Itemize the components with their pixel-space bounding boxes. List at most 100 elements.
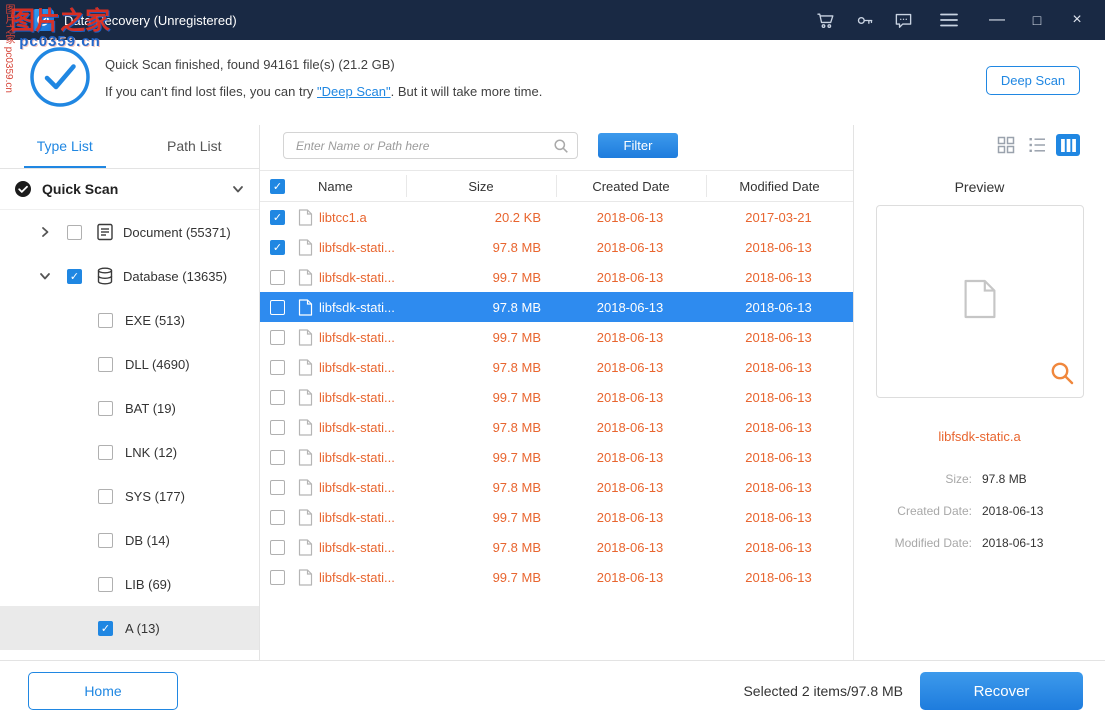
- table-row[interactable]: libfsdk-stati... 99.7 MB 2018-06-13 2018…: [260, 262, 853, 292]
- column-header-name[interactable]: Name: [318, 179, 353, 194]
- row-checkbox[interactable]: [270, 210, 285, 225]
- deep-scan-button[interactable]: Deep Scan: [986, 66, 1080, 95]
- file-created-date: 2018-06-13: [555, 240, 705, 255]
- file-type-checkbox[interactable]: [98, 489, 113, 504]
- tree-group-database[interactable]: Database (13635): [0, 254, 259, 298]
- thumbnail-view-icon[interactable]: [994, 134, 1018, 156]
- file-type-item[interactable]: LNK (12): [0, 430, 259, 474]
- document-checkbox[interactable]: [67, 225, 82, 240]
- file-name: libfsdk-stati...: [319, 420, 405, 435]
- maximize-button[interactable]: □: [1027, 10, 1047, 30]
- zoom-preview-icon[interactable]: [1049, 360, 1075, 391]
- file-type-item[interactable]: DB (14): [0, 518, 259, 562]
- table-row[interactable]: libfsdk-stati... 99.7 MB 2018-06-13 2018…: [260, 382, 853, 412]
- file-size: 99.7 MB: [405, 390, 555, 405]
- row-checkbox[interactable]: [270, 450, 285, 465]
- row-checkbox[interactable]: [270, 270, 285, 285]
- file-type-item[interactable]: SYS (177): [0, 474, 259, 518]
- row-checkbox[interactable]: [270, 390, 285, 405]
- table-row[interactable]: libfsdk-stati... 97.8 MB 2018-06-13 2018…: [260, 412, 853, 442]
- preview-file-icon: [962, 278, 998, 325]
- file-type-checkbox[interactable]: [98, 445, 113, 460]
- detail-view-icon[interactable]: [1056, 134, 1080, 156]
- file-modified-date: 2018-06-13: [705, 240, 852, 255]
- file-type-checkbox[interactable]: [98, 577, 113, 592]
- filter-button[interactable]: Filter: [598, 133, 678, 158]
- file-type-checkbox[interactable]: [98, 357, 113, 372]
- app-logo-icon: [32, 9, 54, 31]
- minimize-button[interactable]: —: [987, 10, 1007, 30]
- file-modified-date: 2018-06-13: [705, 390, 852, 405]
- file-type-item[interactable]: BAT (19): [0, 386, 259, 430]
- file-type-checkbox[interactable]: [98, 313, 113, 328]
- table-row[interactable]: libfsdk-stati... 97.8 MB 2018-06-13 2018…: [260, 472, 853, 502]
- recover-button[interactable]: Recover: [920, 672, 1083, 710]
- column-header-size[interactable]: Size: [406, 179, 556, 194]
- table-row[interactable]: libfsdk-stati... 99.7 MB 2018-06-13 2018…: [260, 322, 853, 352]
- scan-summary: Quick Scan finished, found 94161 file(s)…: [105, 57, 395, 72]
- file-type-item[interactable]: A (13): [0, 606, 259, 650]
- column-divider: [706, 175, 707, 197]
- expand-chevron-icon[interactable]: [38, 225, 54, 239]
- file-type-checkbox[interactable]: [98, 401, 113, 416]
- row-checkbox[interactable]: [270, 510, 285, 525]
- search-icon[interactable]: [553, 138, 569, 159]
- scan-mode-row[interactable]: Quick Scan: [0, 169, 259, 210]
- file-size: 99.7 MB: [405, 450, 555, 465]
- header-checkbox[interactable]: [270, 179, 285, 194]
- collapse-chevron-icon[interactable]: [231, 182, 245, 196]
- preview-file-name: libfsdk-static.a: [854, 429, 1105, 444]
- table-row[interactable]: libfsdk-stati... 97.8 MB 2018-06-13 2018…: [260, 352, 853, 382]
- file-type-item[interactable]: DLL (4690): [0, 342, 259, 386]
- scan-mode-label: Quick Scan: [42, 181, 118, 197]
- row-checkbox[interactable]: [270, 240, 285, 255]
- menu-icon[interactable]: [939, 12, 959, 28]
- deep-scan-link[interactable]: "Deep Scan": [317, 84, 391, 99]
- file-icon: [298, 509, 313, 526]
- table-row[interactable]: libtcc1.a 20.2 KB 2018-06-13 2017-03-21: [260, 202, 853, 232]
- cart-icon[interactable]: [816, 11, 835, 30]
- home-button[interactable]: Home: [28, 672, 178, 710]
- file-name: libfsdk-stati...: [319, 330, 405, 345]
- tab-path-list[interactable]: Path List: [130, 125, 260, 168]
- tab-type-list[interactable]: Type List: [0, 125, 130, 168]
- tree-group-document[interactable]: Document (55371): [0, 210, 259, 254]
- row-checkbox[interactable]: [270, 570, 285, 585]
- scan-result-banner: Quick Scan finished, found 94161 file(s)…: [0, 40, 1105, 125]
- row-checkbox[interactable]: [270, 360, 285, 375]
- list-view-icon[interactable]: [1025, 134, 1049, 156]
- database-icon: [95, 266, 115, 286]
- file-name: libfsdk-stati...: [319, 390, 405, 405]
- register-key-icon[interactable]: [855, 11, 874, 30]
- feedback-icon[interactable]: [894, 11, 913, 30]
- table-row[interactable]: libfsdk-stati... 99.7 MB 2018-06-13 2018…: [260, 442, 853, 472]
- file-icon: [298, 449, 313, 466]
- column-header-created[interactable]: Created Date: [556, 179, 706, 194]
- file-created-date: 2018-06-13: [555, 540, 705, 555]
- table-row[interactable]: libfsdk-stati... 99.7 MB 2018-06-13 2018…: [260, 502, 853, 532]
- file-created-date: 2018-06-13: [555, 330, 705, 345]
- file-type-checkbox[interactable]: [98, 621, 113, 636]
- search-input[interactable]: [284, 133, 577, 158]
- file-name: libfsdk-stati...: [319, 450, 405, 465]
- row-checkbox[interactable]: [270, 330, 285, 345]
- file-modified-date: 2018-06-13: [705, 420, 852, 435]
- close-button[interactable]: ×: [1067, 10, 1087, 30]
- database-checkbox[interactable]: [67, 269, 82, 284]
- column-header-modified[interactable]: Modified Date: [706, 179, 853, 194]
- row-checkbox[interactable]: [270, 420, 285, 435]
- document-icon: [95, 222, 115, 242]
- table-row[interactable]: libfsdk-stati... 97.8 MB 2018-06-13 2018…: [260, 232, 853, 262]
- file-type-item[interactable]: LIB (69): [0, 562, 259, 606]
- table-row[interactable]: libfsdk-stati... 99.7 MB 2018-06-13 2018…: [260, 562, 853, 592]
- table-row[interactable]: libfsdk-stati... 97.8 MB 2018-06-13 2018…: [260, 532, 853, 562]
- row-checkbox[interactable]: [270, 480, 285, 495]
- table-row[interactable]: libfsdk-stati... 97.8 MB 2018-06-13 2018…: [260, 292, 853, 322]
- file-type-checkbox[interactable]: [98, 533, 113, 548]
- row-checkbox[interactable]: [270, 300, 285, 315]
- row-checkbox[interactable]: [270, 540, 285, 555]
- file-type-item[interactable]: EXE (513): [0, 298, 259, 342]
- selection-summary: Selected 2 items/97.8 MB: [743, 683, 903, 699]
- file-size: 99.7 MB: [405, 570, 555, 585]
- collapse-chevron-icon[interactable]: [38, 269, 54, 283]
